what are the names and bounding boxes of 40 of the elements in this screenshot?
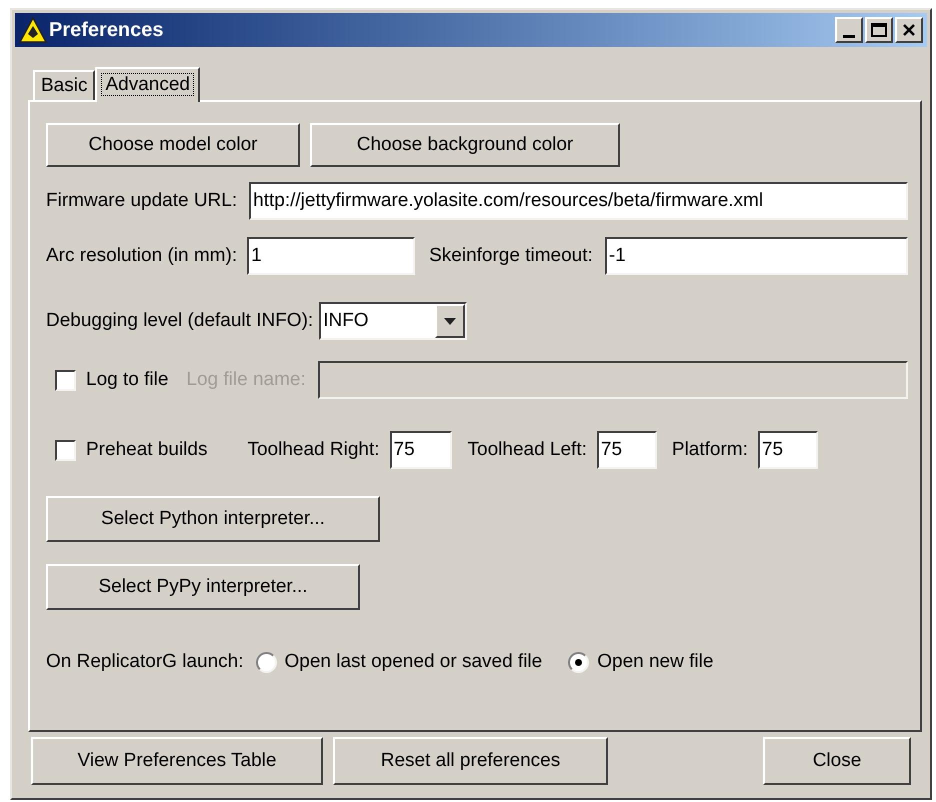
field-label: Toolhead Right: (247, 438, 380, 462)
warning-triangle-icon (19, 17, 47, 43)
maximize-button[interactable] (865, 17, 893, 43)
checkbox-label: Preheat builds (86, 438, 208, 462)
field-label: Platform: (672, 438, 748, 462)
checkbox[interactable] (55, 440, 76, 460)
input-field[interactable]: 75 (596, 431, 657, 469)
minimize-icon (843, 35, 855, 38)
window-title: Preferences (49, 18, 164, 43)
input-field[interactable]: 75 (758, 431, 818, 469)
checkbox-label: Log to file (86, 368, 168, 392)
maximize-icon (871, 23, 887, 37)
minimize-button[interactable] (835, 17, 863, 43)
input-field[interactable]: 75 (390, 431, 452, 469)
field-label: Firmware update URL: (46, 188, 238, 213)
interpreter-button[interactable]: Select Python interpreter... (46, 496, 380, 542)
field-label: Debugging level (default INFO): (46, 308, 314, 333)
tab[interactable]: Basic (33, 70, 96, 100)
dropdown[interactable]: INFO (319, 302, 468, 340)
tab[interactable]: Advanced (95, 67, 200, 102)
color-button[interactable]: Choose model color (46, 123, 300, 167)
radio-option[interactable]: Open last opened or saved file (256, 648, 542, 676)
dropdown-arrow-button[interactable] (435, 304, 466, 338)
color-button[interactable]: Choose background color (310, 123, 620, 167)
interpreter-button[interactable]: Select PyPy interpreter... (46, 564, 360, 610)
field-label: Skeinforge timeout: (429, 244, 593, 268)
field-label: Arc resolution (in mm): (46, 244, 238, 268)
close-icon (902, 23, 916, 37)
footer-button[interactable]: View Preferences Table (31, 737, 323, 785)
field-label: Toolhead Left: (468, 438, 587, 462)
footer-button[interactable]: Reset all preferences (333, 737, 608, 785)
footer-button[interactable]: Close (763, 737, 911, 785)
checkbox[interactable] (55, 370, 76, 390)
input-field[interactable]: 1 (247, 237, 416, 275)
url-field[interactable]: http://jettyfirmware.yolasite.com/resources/beta/firmware.xml (249, 182, 908, 220)
input-field[interactable]: -1 (604, 237, 908, 275)
caret-icon (444, 318, 456, 324)
close-button[interactable] (895, 17, 923, 43)
radio-option[interactable]: Open new file (568, 648, 714, 676)
field-label: On ReplicatorG launch: (46, 650, 244, 674)
